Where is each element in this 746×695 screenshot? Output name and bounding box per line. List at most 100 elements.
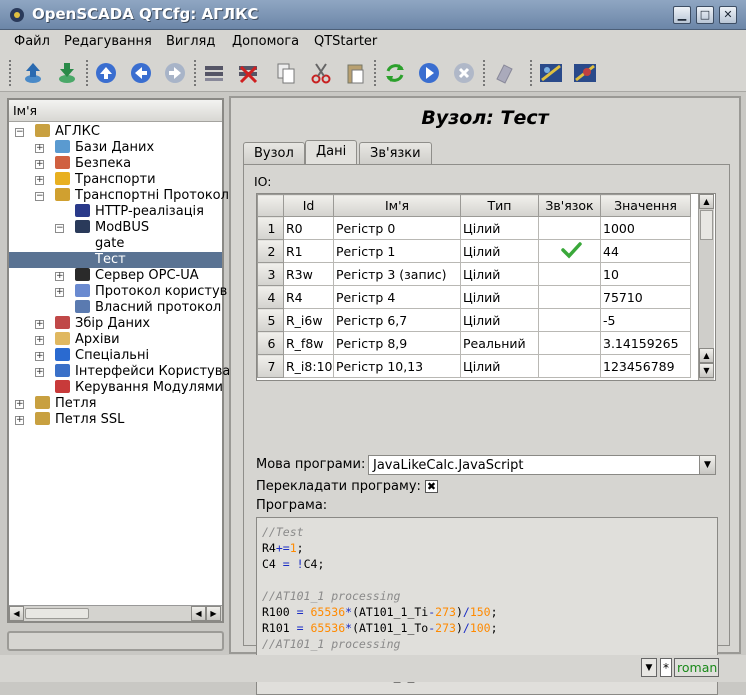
info-icon[interactable]: [490, 59, 518, 87]
tree-item[interactable]: Транспорти: [55, 172, 156, 188]
tab-links[interactable]: Зв'язки: [359, 142, 432, 164]
expand-icon[interactable]: +: [35, 176, 44, 185]
row-number[interactable]: 5: [257, 308, 284, 332]
collapse-icon[interactable]: −: [55, 224, 64, 233]
cell-link[interactable]: [538, 216, 601, 240]
close-button[interactable]: ✕: [719, 6, 737, 24]
cell-value[interactable]: -5: [600, 308, 691, 332]
minimize-button[interactable]: ▁: [673, 6, 691, 24]
cell-link[interactable]: [538, 331, 601, 355]
cell-id[interactable]: R3w: [283, 262, 334, 286]
row-number[interactable]: 3: [257, 262, 284, 286]
expand-icon[interactable]: +: [35, 336, 44, 345]
maximize-button[interactable]: □: [696, 6, 714, 24]
scroll-up-icon[interactable]: ▲: [699, 348, 714, 363]
cell-value[interactable]: 10: [600, 262, 691, 286]
copy-icon[interactable]: [272, 59, 300, 87]
cell-link[interactable]: [538, 262, 601, 286]
col-name[interactable]: Ім'я: [333, 194, 461, 217]
vision-icon[interactable]: [537, 59, 565, 87]
table-row[interactable]: 5 R_i6w Регістр 6,7 Цілий -5: [257, 308, 691, 332]
tree-item[interactable]: Протокол користув: [75, 284, 227, 300]
toolbar-grip[interactable]: [483, 60, 486, 86]
row-number[interactable]: 1: [257, 216, 284, 240]
col-value[interactable]: Значення: [600, 194, 691, 217]
tree-item[interactable]: Петля SSL: [35, 412, 124, 428]
toolbar-grip[interactable]: [194, 60, 197, 86]
expand-icon[interactable]: +: [35, 352, 44, 361]
expand-icon[interactable]: +: [35, 160, 44, 169]
translate-checkbox[interactable]: ✖: [425, 480, 438, 493]
scroll-thumb[interactable]: [700, 210, 713, 240]
cell-name[interactable]: Регістр 6,7: [333, 308, 461, 332]
scroll-left-icon[interactable]: ◀: [9, 606, 24, 621]
cell-type[interactable]: Цілий: [460, 239, 539, 263]
cell-name[interactable]: Регістр 4: [333, 285, 461, 309]
scroll-up-icon[interactable]: ▲: [699, 194, 714, 209]
cell-value[interactable]: 44: [600, 239, 691, 263]
toolbar-grip[interactable]: [374, 60, 377, 86]
forward-icon[interactable]: [161, 59, 189, 87]
tab-node[interactable]: Вузол: [243, 142, 305, 164]
tree-item[interactable]: АГЛКС: [35, 124, 100, 140]
paste-icon[interactable]: [341, 59, 369, 87]
cell-id[interactable]: R4: [283, 285, 334, 309]
tree-item[interactable]: Власний протокол: [75, 300, 221, 316]
tree-item[interactable]: Тест: [9, 252, 222, 268]
expand-icon[interactable]: +: [35, 320, 44, 329]
row-number[interactable]: 4: [257, 285, 284, 309]
tree-item[interactable]: Керування Модулями: [55, 380, 223, 396]
row-number[interactable]: 2: [257, 239, 284, 263]
col-id[interactable]: Id: [283, 194, 334, 217]
tree-item[interactable]: Архіви: [55, 332, 120, 348]
table-row[interactable]: 2 R1 Регістр 1 Цілий 44: [257, 239, 691, 263]
cell-value[interactable]: 1000: [600, 216, 691, 240]
toolbar-grip[interactable]: [9, 60, 12, 86]
back-icon[interactable]: [127, 59, 155, 87]
scroll-thumb[interactable]: [25, 608, 89, 619]
table-vertical-scrollbar[interactable]: ▲ ▲ ▼: [698, 194, 714, 380]
tree-item[interactable]: Спеціальні: [55, 348, 149, 364]
cell-type[interactable]: Цілий: [460, 308, 539, 332]
col-link[interactable]: Зв'язок: [538, 194, 601, 217]
cut-icon[interactable]: [307, 59, 335, 87]
collapse-icon[interactable]: −: [35, 192, 44, 201]
menu-qtstarter[interactable]: QTStarter: [314, 34, 377, 49]
tools-icon[interactable]: [571, 59, 599, 87]
expand-icon[interactable]: +: [35, 368, 44, 377]
tree-item[interactable]: HTTP-реалізація: [75, 204, 204, 220]
up-icon[interactable]: [92, 59, 120, 87]
cell-value[interactable]: 3.14159265: [600, 331, 691, 355]
tree-item[interactable]: Транспортні Протокол: [55, 188, 229, 204]
tree-item[interactable]: ModBUS: [75, 220, 149, 236]
program-language-select[interactable]: JavaLikeCalc.JavaScript ▼: [368, 455, 716, 475]
table-row[interactable]: 1 R0 Регістр 0 Цілий 1000: [257, 216, 691, 240]
expand-icon[interactable]: +: [55, 288, 64, 297]
cell-name[interactable]: Регістр 8,9: [333, 331, 461, 355]
io-table[interactable]: Id Ім'я Тип Зв'язок Значення 1 R0 Регістр …: [257, 194, 691, 378]
cell-link[interactable]: [538, 239, 601, 263]
cell-link[interactable]: [538, 285, 601, 309]
cell-id[interactable]: R_f8w: [283, 331, 334, 355]
chevron-down-icon[interactable]: ▼: [699, 456, 715, 474]
col-type[interactable]: Тип: [460, 194, 539, 217]
cell-name[interactable]: Регістр 1: [333, 239, 461, 263]
delete-item-icon[interactable]: [234, 59, 262, 87]
toolbar-grip[interactable]: [86, 60, 89, 86]
scroll-down-icon[interactable]: ▼: [699, 363, 714, 378]
cell-name[interactable]: Регістр 3 (запис): [333, 262, 461, 286]
tree-horizontal-scrollbar[interactable]: ◀ ◀ ▶: [9, 605, 222, 621]
cell-type[interactable]: Цілий: [460, 354, 539, 378]
scroll-right-icon[interactable]: ▶: [206, 606, 221, 621]
row-number[interactable]: 7: [257, 354, 284, 378]
row-number[interactable]: 6: [257, 331, 284, 355]
db-load-icon[interactable]: [19, 59, 47, 87]
cell-value[interactable]: 75710: [600, 285, 691, 309]
expand-icon[interactable]: +: [15, 416, 24, 425]
expand-icon[interactable]: +: [55, 272, 64, 281]
tree-item[interactable]: Безпека: [55, 156, 131, 172]
title-bar[interactable]: OpenSCADA QTCfg: АГЛКС ▁ □ ✕: [0, 0, 746, 30]
cell-id[interactable]: R0: [283, 216, 334, 240]
table-row[interactable]: 7 R_i8:10 Регістр 10,13 Цілий 123456789: [257, 354, 691, 378]
cell-link[interactable]: [538, 308, 601, 332]
